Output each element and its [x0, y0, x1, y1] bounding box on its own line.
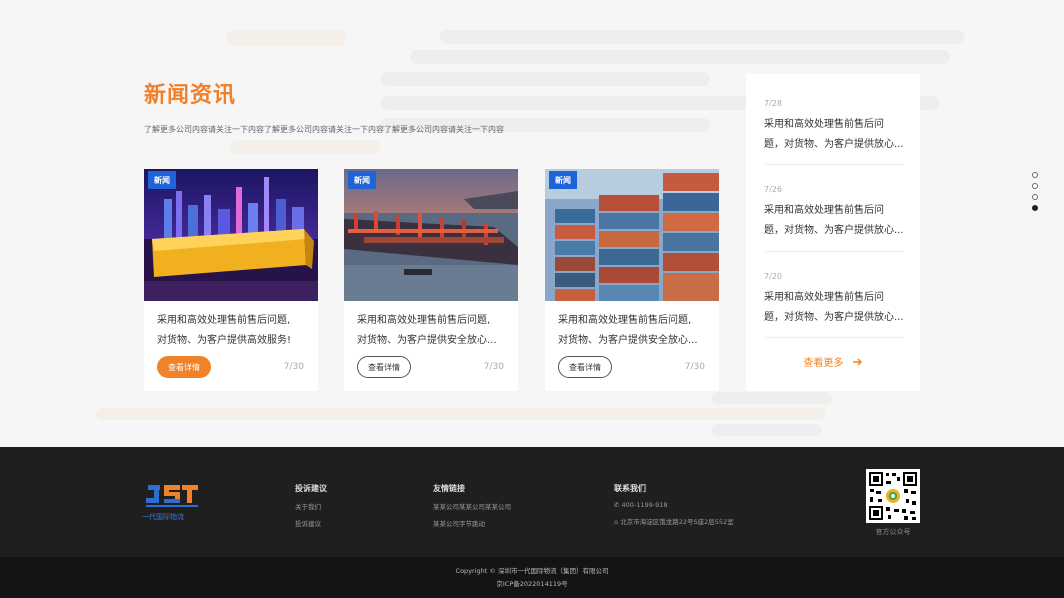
address-text: 北京市海淀区饿龙路22号S座2层552室 [620, 518, 734, 526]
section-title: 新闻资讯 [144, 83, 237, 108]
footer-link-complaints[interactable]: 投诉建议 [295, 518, 327, 528]
news-image-containers[interactable]: 新闻 [545, 169, 719, 301]
footer: 一代国际物流 投诉建议 关于我们 投诉建议 友情链接 某某公司某某公司某某公司 … [0, 447, 1064, 557]
bg-stripe [410, 50, 950, 64]
page-dots [1032, 172, 1038, 216]
side-news-summary[interactable]: 采用和高效处理售前售后问 题，对货物、为客户提供放心... [764, 201, 904, 241]
card-summary: 采用和高效处理售前售后问题, 对货物、为客户提供安全放心... [558, 311, 708, 351]
footer-col-title: 友情链接 [433, 484, 465, 493]
view-details-button[interactable]: 查看详情 [357, 356, 411, 378]
bg-stripe [230, 140, 380, 154]
card-date: 7/30 [684, 362, 705, 372]
news-tag: 新闻 [348, 171, 376, 189]
bg-stripe [380, 72, 710, 86]
page-dot[interactable] [1032, 183, 1038, 189]
divider [764, 337, 904, 338]
view-more-label: 查看更多 [803, 358, 844, 369]
news-card[interactable]: 新闻 采用和高效处理售前售后问题, 对货物、为客户提供高效服务! 查看详情 7/… [144, 169, 318, 391]
phone-number: 400-1199-918 [621, 501, 668, 509]
side-news-date: 7/28 [764, 99, 782, 108]
section-subtitle: 了解更多公司内容请关注一下内容了解更多公司内容请关注一下内容了解更多公司内容请关… [144, 125, 504, 134]
card-line: 采用和高效处理售前售后问题, [558, 315, 692, 326]
card-summary: 采用和高效处理售前售后问题, 对货物、为客户提供安全放心... [357, 311, 507, 351]
side-news-line: 题，对货物、为客户提供放心... [764, 139, 904, 150]
arrow-right-icon [852, 358, 863, 369]
copyright-text: Copyright © 深圳市一代国际物流（集团）有限公司 [455, 567, 609, 575]
side-news-line: 题，对货物、为客户提供放心... [764, 312, 904, 323]
footer-contact: 联系我们 ✆ 400-1199-918 ⌂ 北京市海淀区饿龙路22号S座2层55… [614, 483, 734, 526]
qr-caption: 官方公众号 [875, 528, 911, 536]
side-news-item[interactable]: 7/28 采用和高效处理售前售后问 题，对货物、为客户提供放心... [764, 99, 904, 155]
divider [764, 251, 904, 252]
news-card[interactable]: 新闻 采用和高效处理售前售后问题, 对货物、为客户提供安全放心... 查看详情 … [545, 169, 719, 391]
side-news-line: 题，对货物、为客户提供放心... [764, 225, 904, 236]
side-news-summary[interactable]: 采用和高效处理售前售后问 题，对货物、为客户提供放心... [764, 288, 904, 328]
card-line: 采用和高效处理售前售后问题, [157, 315, 291, 326]
footer-friend-links: 友情链接 某某公司某某公司某某公司 某某公司字节跳动 [433, 483, 511, 528]
footer-address: ⌂ 北京市海淀区饿龙路22号S座2层552室 [614, 516, 734, 526]
side-news-summary[interactable]: 采用和高效处理售前售后问 题，对货物、为客户提供放心... [764, 115, 904, 155]
side-news-date: 7/20 [764, 272, 782, 281]
footer-col-title: 投诉建议 [295, 484, 327, 493]
side-news-line: 采用和高效处理售前售后问 [764, 119, 884, 130]
footer-complaints: 投诉建议 关于我们 投诉建议 [295, 483, 327, 528]
news-card[interactable]: 新闻 采用和高效处理售前售后问题, 对货物、为客户提供安全放心... 查看详情 … [344, 169, 518, 391]
card-line: 对货物、为客户提供安全放心... [357, 335, 497, 346]
page-dot[interactable] [1032, 194, 1038, 200]
card-summary: 采用和高效处理售前售后问题, 对货物、为客户提供高效服务! [157, 311, 307, 351]
bg-stripe [440, 30, 964, 44]
card-line: 对货物、为客户提供高效服务! [157, 335, 292, 346]
footer-friend-link[interactable]: 某某公司某某公司某某公司 [433, 501, 511, 511]
card-date: 7/30 [283, 362, 304, 372]
logo-caption: 一代国际物流 [142, 513, 184, 521]
news-section: 新闻资讯 了解更多公司内容请关注一下内容了解更多公司内容请关注一下内容了解更多公… [0, 0, 1064, 447]
bg-stripe [712, 392, 832, 404]
card-line: 对货物、为客户提供安全放心... [558, 335, 698, 346]
phone-icon: ✆ [614, 501, 622, 509]
card-line: 采用和高效处理售前售后问题, [357, 315, 491, 326]
side-news-item[interactable]: 7/20 采用和高效处理售前售后问 题，对货物、为客户提供放心... [764, 272, 904, 328]
icp-record[interactable]: 京ICP备2022014119号 [0, 578, 1064, 591]
bg-stripe [712, 424, 822, 436]
view-details-button[interactable]: 查看详情 [157, 356, 211, 378]
card-date: 7/30 [483, 362, 504, 372]
copyright-bar: Copyright © 深圳市一代国际物流（集团）有限公司 京ICP备20220… [0, 557, 1064, 598]
bg-stripe [226, 30, 346, 46]
bg-stripe [96, 408, 826, 420]
side-news-date: 7/26 [764, 185, 782, 194]
divider [764, 164, 904, 165]
footer-phone: ✆ 400-1199-918 [614, 501, 734, 509]
page-dot[interactable] [1032, 172, 1038, 178]
side-news-list: 7/28 采用和高效处理售前售后问 题，对货物、为客户提供放心... 7/26 … [746, 74, 920, 391]
footer-link-about[interactable]: 关于我们 [295, 501, 327, 511]
side-news-item[interactable]: 7/26 采用和高效处理售前售后问 题，对货物、为客户提供放心... [764, 185, 904, 241]
news-image-port[interactable]: 新闻 [344, 169, 518, 301]
news-tag: 新闻 [549, 171, 577, 189]
side-news-line: 采用和高效处理售前售后问 [764, 292, 884, 303]
side-news-line: 采用和高效处理售前售后问 [764, 205, 884, 216]
footer-friend-link[interactable]: 某某公司字节跳动 [433, 518, 511, 528]
news-tag: 新闻 [148, 171, 176, 189]
news-image-city-truck[interactable]: 新闻 [144, 169, 318, 301]
page-dot-active[interactable] [1032, 205, 1038, 211]
footer-col-title: 联系我们 [614, 484, 646, 493]
qr-code-image [866, 469, 920, 523]
view-details-button[interactable]: 查看详情 [558, 356, 612, 378]
view-more-link[interactable]: 查看更多 [746, 354, 920, 369]
